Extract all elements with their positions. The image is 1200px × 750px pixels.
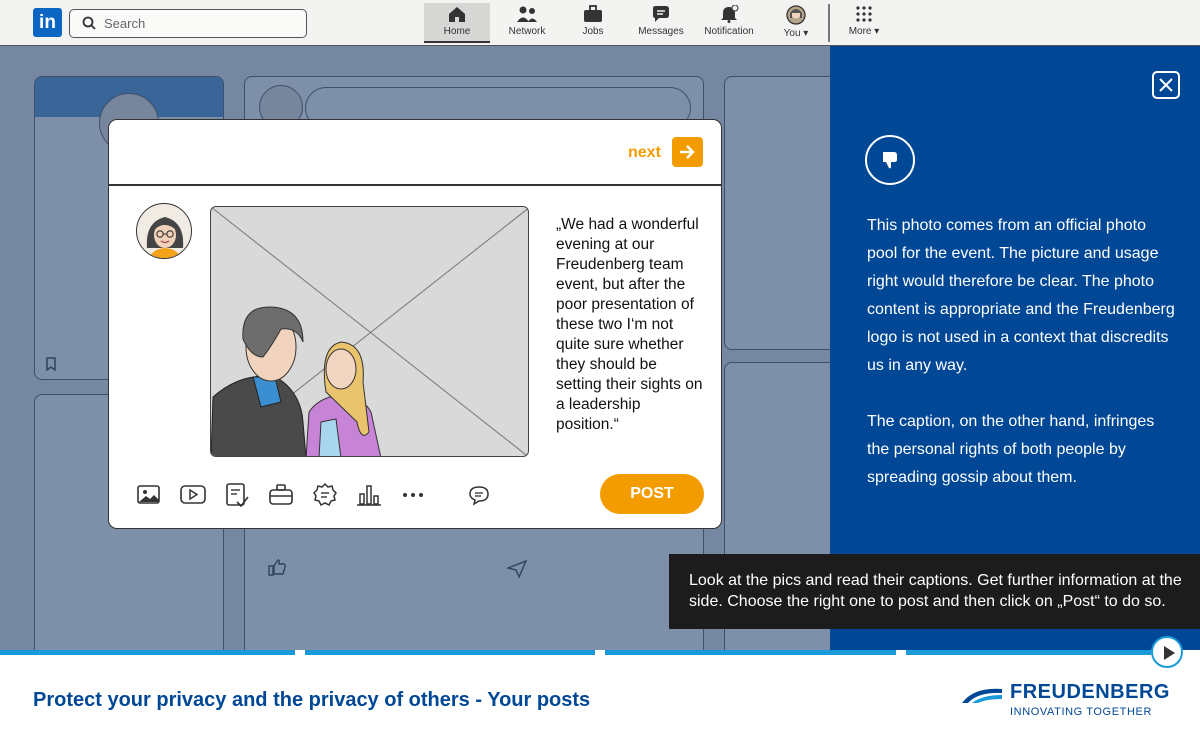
search-placeholder: Search (104, 16, 146, 31)
dialog-header: next (109, 120, 721, 186)
nav-jobs[interactable]: Jobs (567, 3, 619, 43)
nav-home-label: Home (443, 26, 471, 37)
next-button[interactable] (672, 137, 703, 167)
progress-segment-2 (305, 650, 595, 655)
play-button[interactable] (1151, 636, 1183, 668)
course-title: Protect your privacy and the privacy of … (33, 689, 591, 711)
info-paragraph-1: This photo comes from an official photo … (867, 217, 1175, 374)
nav-network[interactable]: Network (499, 3, 555, 43)
nav-messages-label: Messages (638, 26, 684, 37)
nav-messages[interactable]: Messages (636, 3, 686, 43)
nav-you-label: You (783, 28, 801, 39)
search-input[interactable]: Search (69, 9, 307, 38)
grid-icon (856, 6, 872, 22)
freudenberg-logo: FREUDENBERG INNOVATING TOGETHER (960, 681, 1175, 721)
instruction-box: Look at the pics and read their captions… (669, 554, 1200, 629)
nav-divider (828, 4, 830, 42)
avatar-icon (786, 5, 806, 25)
next-label[interactable]: next (628, 144, 661, 162)
nav-home[interactable]: Home (424, 3, 490, 43)
video-icon[interactable] (180, 482, 206, 508)
nav-notification[interactable]: Notification (700, 3, 758, 43)
messages-icon (653, 6, 669, 22)
post-button[interactable]: POST (600, 474, 704, 514)
progress-segment-1 (0, 650, 295, 655)
home-icon (449, 7, 465, 22)
chevron-down-icon: ▾ (800, 28, 809, 39)
comment-icon[interactable] (466, 482, 492, 508)
brand-tagline: INNOVATING TOGETHER (1010, 706, 1152, 718)
nav-more-label: More (848, 26, 872, 37)
badge-icon[interactable] (312, 482, 338, 508)
close-icon (1159, 78, 1173, 92)
play-icon (1164, 646, 1175, 660)
briefcase-icon[interactable] (268, 482, 294, 508)
bell-icon (721, 5, 739, 23)
nav-you[interactable]: You ▾ (778, 3, 814, 43)
progress-segment-3 (605, 650, 896, 655)
post-caption: „We had a wonderful evening at our Freud… (556, 216, 703, 433)
brand-name: FREUDENBERG (1010, 681, 1170, 703)
thumbs-down-icon (883, 152, 897, 169)
progress-segment-4 (906, 650, 1151, 655)
author-avatar (136, 203, 192, 259)
info-paragraph-2: The caption, on the other hand, infringe… (867, 413, 1155, 486)
post-photo (210, 206, 529, 457)
freudenberg-wave-icon (962, 688, 1002, 703)
progress-bar (0, 650, 1200, 655)
document-icon[interactable] (224, 482, 250, 508)
close-button[interactable] (1152, 71, 1180, 99)
more-icon[interactable] (400, 482, 426, 508)
nav-jobs-label: Jobs (582, 26, 604, 37)
thumbs-down-badge (865, 135, 915, 185)
linkedin-logo[interactable]: in (33, 8, 62, 37)
arrow-right-icon (680, 145, 695, 159)
briefcase-icon (584, 5, 602, 22)
image-icon[interactable] (136, 482, 162, 508)
placeholder-image-with-people (211, 207, 528, 456)
chevron-down-icon: ▾ (871, 26, 880, 37)
search-icon (82, 16, 96, 30)
nav-network-label: Network (508, 26, 546, 37)
info-text: This photo comes from an official photo … (867, 212, 1177, 492)
nav-notification-label: Notification (704, 26, 754, 37)
post-dialog: next „We had a wonderful evening at our … (108, 119, 722, 529)
poll-icon[interactable] (356, 482, 382, 508)
nav-more[interactable]: More ▾ (842, 3, 886, 43)
woman-avatar-icon (146, 217, 184, 258)
top-navigation-bar: in Search Home Network Jobs Messages Not… (0, 0, 1200, 46)
network-icon (517, 6, 537, 22)
